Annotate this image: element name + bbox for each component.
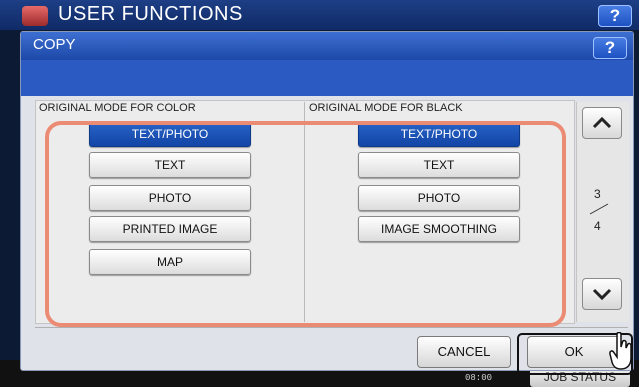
cancel-button[interactable]: CANCEL: [417, 336, 511, 368]
dialog-help-button[interactable]: ?: [593, 37, 627, 59]
clock-display: 08:00: [465, 373, 493, 383]
copy-dialog: COPY ? ORIGINAL MODE FOR COLOR TEXT/PHOT…: [20, 31, 634, 375]
background-title: USER FUNCTIONS: [58, 3, 243, 25]
background-help-button[interactable]: ?: [598, 5, 632, 27]
user-functions-icon: [22, 6, 48, 26]
dialog-title: COPY: [33, 36, 76, 53]
page-down-button[interactable]: [582, 278, 622, 310]
total-pages: 4: [594, 219, 601, 233]
chevron-down-icon: [592, 288, 612, 301]
page-up-button[interactable]: [582, 107, 622, 139]
dialog-title-bar: COPY ?: [21, 32, 633, 60]
footer-separator: [35, 327, 628, 328]
chevron-up-icon: [592, 116, 612, 129]
pointing-hand-icon: [609, 332, 632, 370]
color-section-label: ORIGINAL MODE FOR COLOR: [39, 102, 196, 114]
dialog-header-band: [21, 60, 633, 96]
page-separator: [589, 203, 609, 215]
black-section-label: ORIGINAL MODE FOR BLACK: [309, 102, 463, 114]
current-page: 3: [594, 187, 601, 201]
ok-button[interactable]: OK: [527, 336, 621, 368]
callout-highlight: [45, 121, 566, 327]
